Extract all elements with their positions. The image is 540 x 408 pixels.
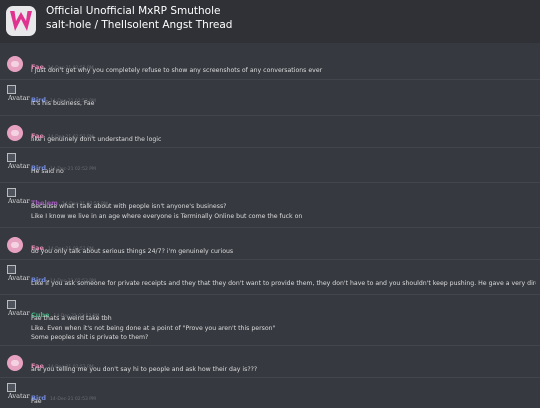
message-text: Like if you ask someone for private rece… bbox=[31, 280, 536, 287]
message-text: are you telling me you don't say hi to p… bbox=[31, 366, 258, 373]
avatar[interactable] bbox=[7, 355, 23, 371]
message-text: Like. Even when it's not being done at a… bbox=[31, 324, 276, 332]
avatar[interactable] bbox=[7, 125, 23, 141]
avatar[interactable] bbox=[7, 56, 23, 72]
message-text: do you only talk about serious things 24… bbox=[31, 248, 234, 255]
broken-image-icon bbox=[7, 300, 16, 309]
message: Avatar Bird 14-Dec-21 02:53 PM Like if yo… bbox=[0, 260, 540, 295]
message-list: Fae 14-Dec-21 02:52 PM i just don't get w… bbox=[0, 47, 540, 408]
message: Fae 14-Dec-21 02:52 PM like i genuinely d… bbox=[0, 116, 540, 148]
message: Avatar Bird 14-Dec-21 02:53 PM Fae bbox=[0, 378, 540, 408]
avatar[interactable]: Avatar bbox=[7, 153, 31, 173]
avatar-alt-text: Avatar bbox=[8, 274, 30, 282]
message: Avatar Bird 14-Dec-21 02:52 PM He said no bbox=[0, 148, 540, 183]
message: Fae 14-Dec-21 02:53 PM are you telling me… bbox=[0, 346, 540, 378]
message: Fae 14-Dec-21 02:52 PM i just don't get w… bbox=[0, 47, 540, 80]
avatar-alt-text: Avatar bbox=[8, 162, 30, 170]
server-name: Official Unofficial MxRP Smuthole bbox=[46, 5, 221, 17]
message-text: Fae bbox=[31, 398, 42, 405]
message-text: i just don't get why you completely refu… bbox=[31, 67, 323, 74]
message-text: Fae thats a weird take tbh bbox=[31, 315, 112, 322]
message-text: Like I know we live in an age where ever… bbox=[31, 212, 303, 220]
message-text: Some peoples shit is private to them? bbox=[31, 334, 149, 341]
broken-image-icon bbox=[7, 188, 16, 197]
message: Avatar Bird 14-Dec-21 02:52 PM It's his b… bbox=[0, 80, 540, 116]
server-icon[interactable] bbox=[6, 6, 36, 36]
message-text: like i genuinely don't understand the lo… bbox=[31, 136, 162, 143]
channel-header: Official Unofficial MxRP Smuthole salt-h… bbox=[0, 0, 540, 43]
broken-image-icon bbox=[7, 383, 16, 392]
broken-image-icon bbox=[7, 85, 16, 94]
message: Avatar Thelem 14-Dec-21 02:52 PM Because … bbox=[0, 183, 540, 228]
broken-image-icon bbox=[7, 153, 16, 162]
message: Avatar Cube 14-Dec-21 02:53 PM Fae thats … bbox=[0, 295, 540, 346]
message-text: Because what I talk about with people is… bbox=[31, 203, 227, 210]
message-text: It's his business, Fae bbox=[31, 100, 95, 107]
avatar[interactable]: Avatar bbox=[7, 265, 31, 285]
message: Fae 14-Dec-21 02:52 PM do you only talk a… bbox=[0, 228, 540, 260]
message-text: He said no bbox=[31, 168, 64, 175]
channel-name: salt-hole / TheIlsolent Angst Thread bbox=[46, 19, 233, 31]
avatar[interactable]: Avatar bbox=[7, 188, 31, 208]
avatar[interactable] bbox=[7, 237, 23, 253]
avatar-alt-text: Avatar bbox=[8, 309, 30, 317]
avatar[interactable]: Avatar bbox=[7, 300, 31, 320]
avatar[interactable]: Avatar bbox=[7, 85, 31, 105]
avatar[interactable]: Avatar bbox=[7, 383, 31, 403]
w-logo-icon bbox=[10, 11, 32, 31]
avatar-alt-text: Avatar bbox=[8, 94, 30, 102]
avatar-alt-text: Avatar bbox=[8, 392, 30, 400]
avatar-alt-text: Avatar bbox=[8, 197, 30, 205]
broken-image-icon bbox=[7, 265, 16, 274]
